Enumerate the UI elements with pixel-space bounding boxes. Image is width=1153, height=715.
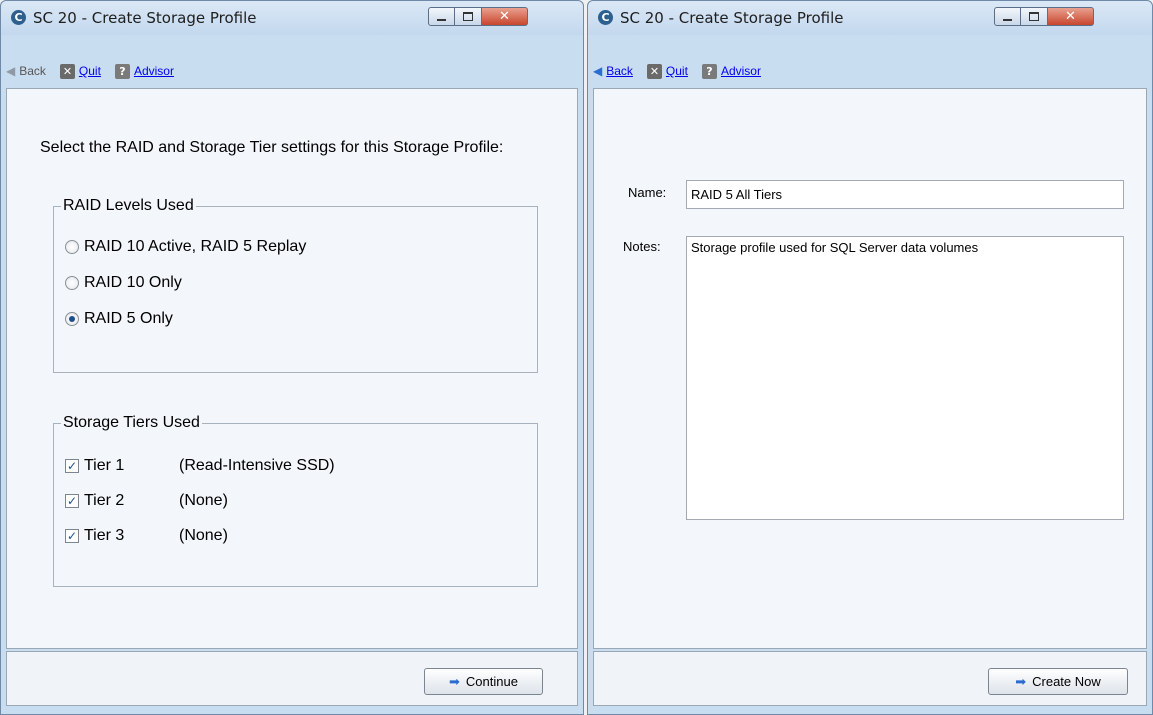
advisor-button[interactable]: ? Advisor bbox=[701, 63, 761, 79]
minimize-icon bbox=[1003, 18, 1012, 21]
notes-label: Notes: bbox=[623, 239, 661, 254]
window-title: SC 20 - Create Storage Profile bbox=[33, 9, 257, 27]
checkbox[interactable]: ✓ bbox=[65, 529, 79, 543]
close-button[interactable]: ✕ bbox=[1048, 7, 1094, 26]
advisor-icon: ? bbox=[114, 63, 130, 79]
left-dialog-window: C SC 20 - Create Storage Profile ✕ ◀ Bac… bbox=[0, 0, 584, 715]
toolbar: ◀ Back ✕ Quit ? Advisor bbox=[6, 60, 578, 82]
app-icon: C bbox=[598, 10, 613, 25]
tier-name: Tier 3 bbox=[84, 527, 125, 544]
close-icon: ✕ bbox=[499, 9, 510, 24]
maximize-icon bbox=[1029, 12, 1039, 21]
checkbox[interactable]: ✓ bbox=[65, 459, 79, 473]
radio-raid10-active-raid5-replay[interactable]: RAID 10 Active, RAID 5 Replay bbox=[65, 238, 306, 256]
quit-button[interactable]: ✕ Quit bbox=[59, 63, 101, 79]
storage-tiers-group: Storage Tiers Used ✓ Tier 1 (Read-Intens… bbox=[53, 414, 538, 587]
tier-1-row[interactable]: ✓ Tier 1 (Read-Intensive SSD) bbox=[65, 457, 335, 475]
advisor-link[interactable]: Advisor bbox=[134, 64, 174, 78]
tier-desc: (Read-Intensive SSD) bbox=[179, 457, 335, 474]
radio-button[interactable] bbox=[65, 240, 79, 254]
maximize-icon bbox=[463, 12, 473, 21]
minimize-button[interactable] bbox=[428, 7, 455, 26]
quit-icon: ✕ bbox=[646, 63, 662, 79]
footer-bar: ➡ Continue bbox=[6, 651, 578, 706]
create-arrow-icon: ➡ bbox=[1015, 673, 1027, 689]
content-panel: Name: Notes: Storage profile used for SQ… bbox=[593, 88, 1147, 649]
right-dialog-window: C SC 20 - Create Storage Profile ✕ ◀ Bac… bbox=[587, 0, 1153, 715]
raid-levels-legend: RAID Levels Used bbox=[63, 197, 194, 214]
tier-desc: (None) bbox=[179, 492, 228, 509]
back-button[interactable]: ◀ Back bbox=[593, 64, 633, 78]
create-now-button[interactable]: ➡ Create Now bbox=[988, 668, 1128, 695]
quit-link[interactable]: Quit bbox=[79, 64, 101, 78]
window-controls: ✕ bbox=[994, 7, 1094, 28]
continue-arrow-icon: ➡ bbox=[449, 673, 460, 689]
raid-levels-group: RAID Levels Used RAID 10 Active, RAID 5 … bbox=[53, 197, 538, 373]
minimize-button[interactable] bbox=[994, 7, 1021, 26]
back-arrow-icon: ◀ bbox=[593, 64, 603, 78]
advisor-icon: ? bbox=[701, 63, 717, 79]
title-bar[interactable]: C SC 20 - Create Storage Profile ✕ bbox=[588, 1, 1152, 35]
quit-button[interactable]: ✕ Quit bbox=[646, 63, 688, 79]
name-label: Name: bbox=[628, 185, 667, 200]
tier-name: Tier 1 bbox=[84, 457, 125, 474]
radio-label: RAID 5 Only bbox=[84, 310, 173, 327]
app-icon: C bbox=[11, 10, 26, 25]
back-button[interactable]: ◀ Back bbox=[6, 64, 46, 78]
tier-3-row[interactable]: ✓ Tier 3 (None) bbox=[65, 527, 228, 545]
radio-raid5-only[interactable]: RAID 5 Only bbox=[65, 310, 173, 328]
name-input[interactable] bbox=[686, 180, 1124, 209]
tier-name: Tier 2 bbox=[84, 492, 125, 509]
close-button[interactable]: ✕ bbox=[482, 7, 528, 26]
toolbar: ◀ Back ✕ Quit ? Advisor bbox=[593, 60, 1147, 82]
maximize-button[interactable] bbox=[455, 7, 482, 26]
window-controls: ✕ bbox=[428, 7, 528, 28]
advisor-button[interactable]: ? Advisor bbox=[114, 63, 174, 79]
instruction-text: Select the RAID and Storage Tier setting… bbox=[40, 139, 504, 156]
footer-bar: ➡ Create Now bbox=[593, 651, 1147, 706]
quit-link[interactable]: Quit bbox=[666, 64, 688, 78]
window-title: SC 20 - Create Storage Profile bbox=[620, 9, 844, 27]
back-label: Back bbox=[19, 64, 46, 78]
continue-label: Continue bbox=[465, 674, 518, 689]
close-icon: ✕ bbox=[1065, 9, 1076, 24]
tier-desc: (None) bbox=[179, 527, 228, 544]
checkbox[interactable]: ✓ bbox=[65, 494, 79, 508]
radio-raid10-only[interactable]: RAID 10 Only bbox=[65, 274, 182, 292]
continue-button[interactable]: ➡ Continue bbox=[424, 668, 543, 695]
radio-button[interactable] bbox=[65, 276, 79, 290]
content-panel: Select the RAID and Storage Tier setting… bbox=[6, 88, 578, 649]
tier-2-row[interactable]: ✓ Tier 2 (None) bbox=[65, 492, 228, 510]
radio-label: RAID 10 Active, RAID 5 Replay bbox=[84, 238, 307, 255]
title-bar[interactable]: C SC 20 - Create Storage Profile ✕ bbox=[1, 1, 583, 35]
create-now-label: Create Now bbox=[1032, 674, 1101, 689]
quit-icon: ✕ bbox=[59, 63, 75, 79]
back-link[interactable]: Back bbox=[606, 64, 633, 78]
radio-button[interactable] bbox=[65, 312, 79, 326]
minimize-icon bbox=[437, 18, 446, 21]
radio-label: RAID 10 Only bbox=[84, 274, 182, 291]
back-arrow-icon: ◀ bbox=[6, 64, 16, 78]
storage-tiers-legend: Storage Tiers Used bbox=[63, 414, 200, 431]
advisor-link[interactable]: Advisor bbox=[721, 64, 761, 78]
maximize-button[interactable] bbox=[1021, 7, 1048, 26]
notes-textarea[interactable]: Storage profile used for SQL Server data… bbox=[686, 236, 1124, 520]
